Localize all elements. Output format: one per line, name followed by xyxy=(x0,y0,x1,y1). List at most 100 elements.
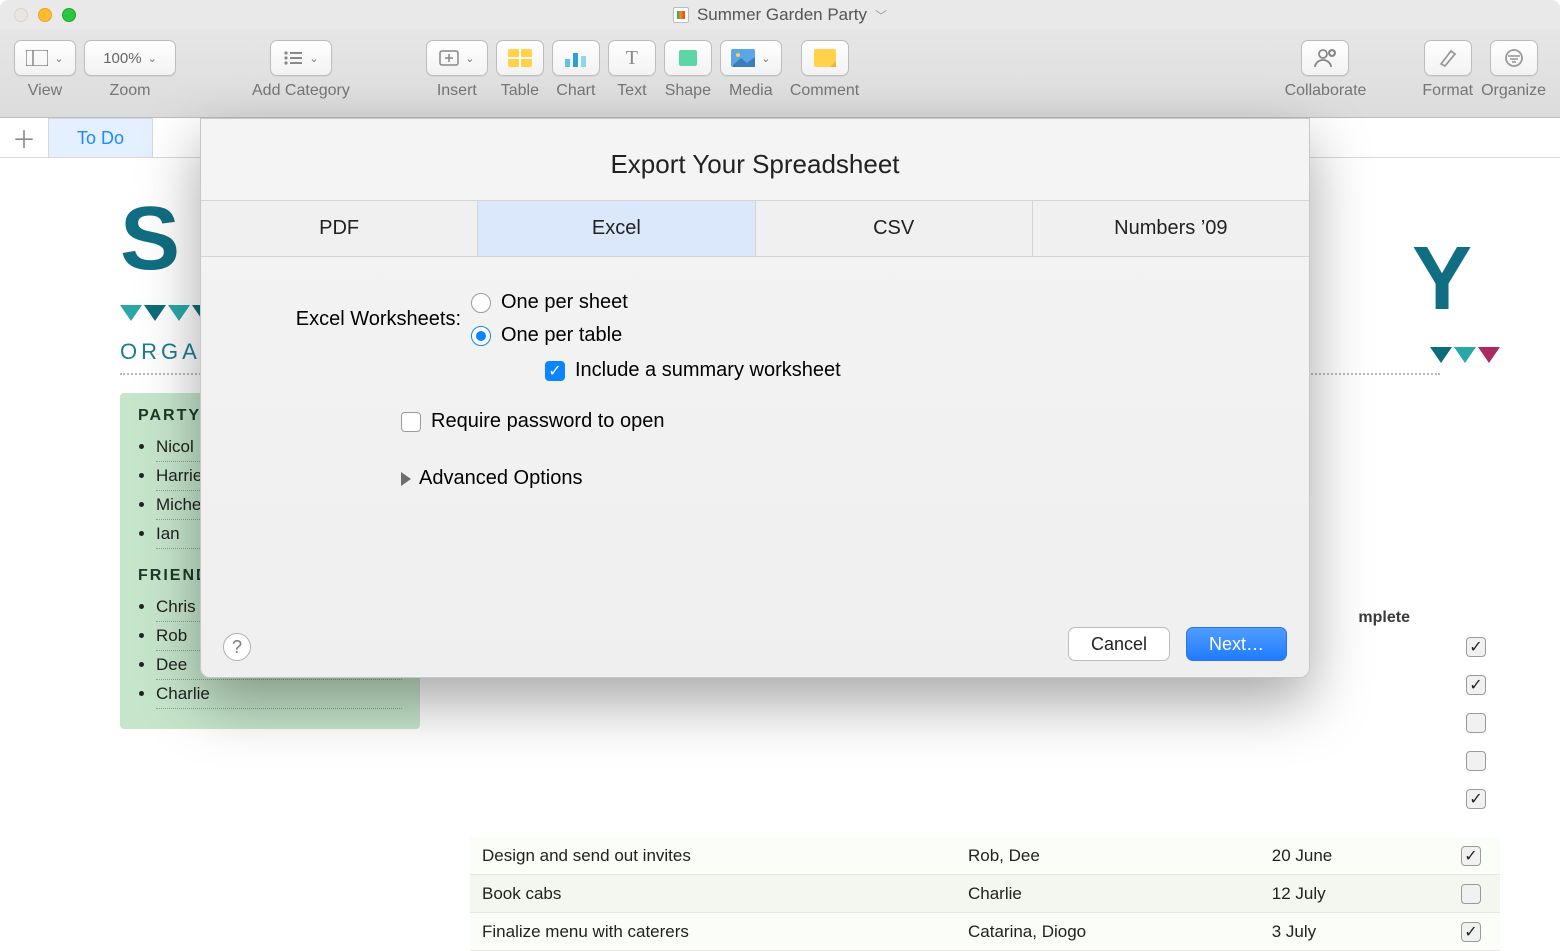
format-tab-numbers09[interactable]: Numbers ’09 xyxy=(1033,201,1309,256)
person-add-icon xyxy=(1313,48,1337,68)
minimize-window-button[interactable] xyxy=(38,8,52,22)
help-button[interactable]: ? xyxy=(223,633,251,661)
next-button[interactable]: Next… xyxy=(1186,627,1287,661)
media-button[interactable]: ⌄ xyxy=(720,40,782,76)
list-item: Charlie xyxy=(156,680,402,709)
bar-chart-icon xyxy=(564,49,588,67)
add-sheet-button[interactable]: ＋ xyxy=(0,118,48,157)
table-row: Finalize menu with caterersCatarina, Dio… xyxy=(470,913,1500,951)
task-name: Design and send out invites xyxy=(482,846,968,866)
complete-checkbox[interactable] xyxy=(1461,884,1481,904)
dialog-title: Export Your Spreadsheet xyxy=(201,119,1309,200)
cancel-button[interactable]: Cancel xyxy=(1068,627,1170,661)
disclosure-triangle-icon xyxy=(401,472,411,486)
checkbox-label: Include a summary worksheet xyxy=(575,359,841,382)
radio-one-per-table[interactable]: One per table xyxy=(471,324,628,347)
doc-large-letters-right: Y xyxy=(1412,228,1500,331)
zoom-value: 100% xyxy=(103,50,141,67)
advanced-options-disclosure[interactable]: Advanced Options xyxy=(401,467,1269,490)
toolbar: ⌄ View 100% ⌄ Zoom ⌄ Add Category ⌄ Inse… xyxy=(0,30,1560,118)
text-button[interactable]: T xyxy=(608,40,656,76)
chevron-down-icon: ﹀ xyxy=(875,7,887,24)
require-password-checkbox[interactable]: Require password to open xyxy=(401,410,664,433)
complete-checkbox[interactable]: ✓ xyxy=(1461,922,1481,942)
list-icon xyxy=(283,50,303,66)
format-tab-excel[interactable]: Excel xyxy=(478,201,755,256)
toolbar-label: Format xyxy=(1422,82,1473,100)
radio-label: One per sheet xyxy=(501,291,628,314)
traffic-lights xyxy=(14,8,76,22)
task-people: Rob, Dee xyxy=(968,846,1272,866)
caret-down-icon: ⌄ xyxy=(465,52,474,65)
task-date: 3 July xyxy=(1272,922,1454,942)
image-icon xyxy=(731,49,755,67)
paintbrush-icon xyxy=(1437,48,1459,68)
organize-button[interactable] xyxy=(1490,40,1538,76)
format-tab-csv[interactable]: CSV xyxy=(756,201,1033,256)
toolbar-label: Insert xyxy=(437,82,477,100)
complete-checkbox[interactable]: ✓ xyxy=(1466,637,1486,657)
window-title[interactable]: Summer Garden Party ﹀ xyxy=(673,5,887,25)
help-label: ? xyxy=(232,637,242,658)
filter-icon xyxy=(1503,48,1525,68)
radio-one-per-sheet[interactable]: One per sheet xyxy=(471,291,628,314)
task-date: 20 June xyxy=(1272,846,1454,866)
text-icon: T xyxy=(626,47,638,70)
checkbox-label: Require password to open xyxy=(431,410,664,433)
view-button[interactable]: ⌄ xyxy=(14,40,76,76)
collaborate-button[interactable] xyxy=(1301,40,1349,76)
table-button[interactable] xyxy=(496,40,544,76)
task-people: Catarina, Diogo xyxy=(968,922,1272,942)
button-label: Next… xyxy=(1209,634,1264,654)
task-name: Book cabs xyxy=(482,884,968,904)
format-tabs: PDFExcelCSVNumbers ’09 xyxy=(201,200,1309,257)
table-row: Design and send out invitesRob, Dee20 Ju… xyxy=(470,837,1500,875)
toolbar-label: Organize xyxy=(1481,82,1546,100)
sticky-note-icon xyxy=(814,49,836,67)
complete-checkbox[interactable]: ✓ xyxy=(1466,675,1486,695)
toolbar-label: Add Category xyxy=(252,82,350,100)
worksheets-label: Excel Worksheets: xyxy=(241,308,471,331)
toolbar-label: Collaborate xyxy=(1285,82,1367,100)
toolbar-label: Zoom xyxy=(110,82,151,100)
toolbar-label: Media xyxy=(729,82,773,100)
add-category-button[interactable]: ⌄ xyxy=(270,40,332,76)
radio-icon xyxy=(471,293,491,313)
format-button[interactable] xyxy=(1424,40,1472,76)
zoom-button[interactable]: 100% ⌄ xyxy=(84,40,176,76)
toolbar-label: Text xyxy=(617,82,646,100)
complete-checkbox[interactable] xyxy=(1466,713,1486,733)
include-summary-checkbox[interactable]: ✓ Include a summary worksheet xyxy=(545,359,841,382)
chart-button[interactable] xyxy=(552,40,600,76)
shape-button[interactable] xyxy=(664,40,712,76)
checkbox-icon: ✓ xyxy=(545,361,565,381)
toolbar-label: Chart xyxy=(556,82,595,100)
square-icon xyxy=(677,49,699,67)
sheet-tab-todo[interactable]: To Do xyxy=(48,118,153,157)
sidebar-icon xyxy=(26,50,48,66)
toolbar-label: Comment xyxy=(790,82,859,100)
table-icon xyxy=(508,49,532,67)
advanced-label: Advanced Options xyxy=(419,467,582,490)
document-title: Summer Garden Party xyxy=(697,5,867,25)
document-icon xyxy=(673,7,689,23)
zoom-window-button[interactable] xyxy=(62,8,76,22)
window-titlebar: Summer Garden Party ﹀ xyxy=(0,0,1560,30)
caret-down-icon: ⌄ xyxy=(309,52,318,65)
comment-button[interactable] xyxy=(801,40,849,76)
toolbar-label: Shape xyxy=(665,82,711,100)
task-name: Finalize menu with caterers xyxy=(482,922,968,942)
caret-down-icon: ⌄ xyxy=(54,52,63,65)
complete-column-header: mplete xyxy=(1358,609,1410,627)
plus-box-icon xyxy=(439,50,459,66)
complete-checkbox[interactable] xyxy=(1466,751,1486,771)
complete-checkbox[interactable]: ✓ xyxy=(1461,846,1481,866)
complete-checkbox[interactable]: ✓ xyxy=(1466,789,1486,809)
close-window-button[interactable] xyxy=(14,8,28,22)
checkbox-icon xyxy=(401,412,421,432)
insert-button[interactable]: ⌄ xyxy=(426,40,488,76)
radio-label: One per table xyxy=(501,324,622,347)
caret-down-icon: ⌄ xyxy=(761,52,770,65)
button-label: Cancel xyxy=(1091,634,1147,654)
format-tab-pdf[interactable]: PDF xyxy=(201,201,478,256)
